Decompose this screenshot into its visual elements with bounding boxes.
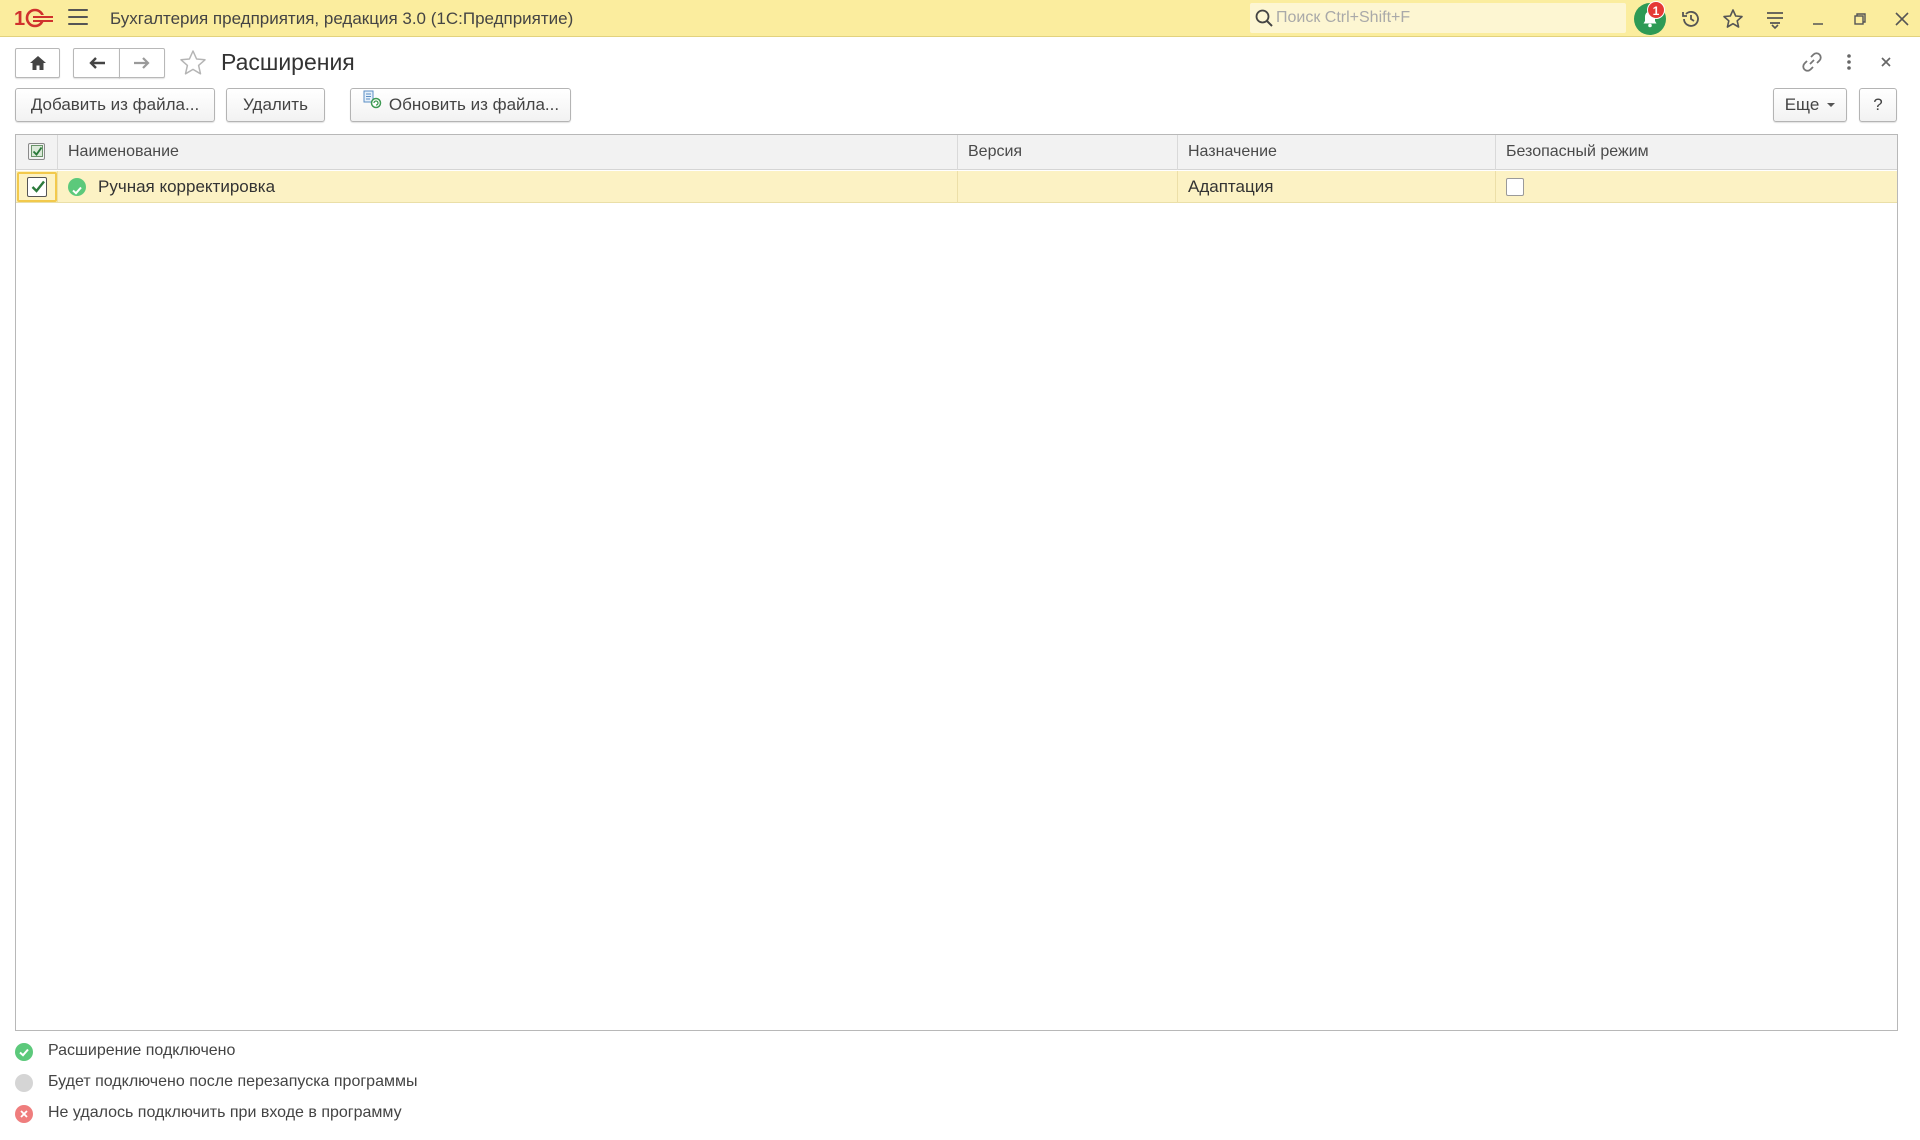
extension-purpose: Адаптация: [1188, 177, 1274, 196]
more-actions-button[interactable]: Еще: [1773, 88, 1847, 122]
page-title: Расширения: [221, 49, 355, 75]
row-active-cell[interactable]: [16, 171, 58, 203]
table-row[interactable]: Ручная корректировка Адаптация: [16, 171, 1897, 203]
legend-label: Будет подключено после перезапуска прогр…: [48, 1073, 418, 1090]
search-icon[interactable]: [1254, 8, 1274, 28]
notification-count-badge: 1: [1647, 1, 1665, 19]
add-from-file-label: Добавить из файла...: [30, 95, 200, 114]
favorites-star-icon[interactable]: [1722, 8, 1744, 30]
legend-label: Расширение подключено: [48, 1042, 236, 1059]
safe-mode-checkbox[interactable]: [1506, 178, 1524, 196]
update-from-file-button[interactable]: Обновить из файла...: [350, 88, 571, 122]
row-purpose-cell[interactable]: Адаптация: [1178, 171, 1496, 203]
chevron-down-icon: [1827, 102, 1836, 107]
checkmark-icon: [31, 180, 45, 193]
more-vertical-icon[interactable]: [1836, 50, 1862, 76]
more-actions-label: Еще: [1784, 95, 1820, 114]
home-button[interactable]: [15, 48, 60, 78]
delete-label: Удалить: [243, 95, 308, 114]
home-icon: [29, 56, 46, 70]
select-all-checkbox[interactable]: [28, 143, 45, 160]
help-button[interactable]: ?: [1859, 88, 1897, 122]
add-from-file-button[interactable]: Добавить из файла...: [15, 88, 215, 122]
pending-status-icon: [15, 1074, 33, 1092]
connected-status-icon: [68, 178, 86, 196]
global-search[interactable]: [1250, 3, 1626, 33]
row-version-cell[interactable]: [958, 171, 1178, 203]
main-menu-icon[interactable]: [68, 9, 88, 27]
select-all-column-header[interactable]: [16, 135, 58, 170]
checkmark-icon: [31, 145, 43, 157]
close-window-icon[interactable]: [1891, 8, 1913, 30]
row-safe-mode-cell[interactable]: [1496, 171, 1897, 203]
restore-icon[interactable]: [1849, 8, 1871, 30]
update-from-file-label: Обновить из файла...: [388, 95, 560, 114]
title-bar: 1 Бухгалтерия предприятия, редакция 3.0 …: [0, 0, 1920, 37]
history-icon[interactable]: [1680, 8, 1702, 30]
row-active-checkbox[interactable]: [27, 177, 47, 197]
column-header-name[interactable]: Наименование: [58, 135, 958, 170]
column-header-purpose[interactable]: Назначение: [1178, 135, 1496, 170]
arrow-right-icon: [134, 57, 150, 69]
extensions-table[interactable]: Наименование Версия Назначение Безопасны…: [15, 134, 1898, 1031]
connected-status-icon: [15, 1043, 33, 1061]
column-header-version[interactable]: Версия: [958, 135, 1178, 170]
delete-button[interactable]: Удалить: [226, 88, 325, 122]
extension-name: Ручная корректировка: [98, 177, 276, 196]
add-to-favorites-star-icon[interactable]: [178, 48, 208, 78]
legend-label: Не удалось подключить при входе в програ…: [48, 1104, 402, 1121]
table-header: Наименование Версия Назначение Безопасны…: [16, 135, 1897, 170]
link-icon[interactable]: [1799, 50, 1825, 76]
close-form-icon[interactable]: [1873, 50, 1899, 76]
column-header-safe-mode[interactable]: Безопасный режим: [1496, 135, 1897, 170]
app-title: Бухгалтерия предприятия, редакция 3.0 (1…: [110, 9, 574, 28]
minimize-icon[interactable]: [1807, 8, 1829, 30]
panel-settings-icon[interactable]: [1764, 8, 1786, 30]
update-extension-icon: [362, 88, 382, 120]
back-button[interactable]: [73, 48, 120, 78]
arrow-left-icon: [88, 57, 105, 69]
1c-logo-icon[interactable]: 1: [14, 6, 54, 30]
failed-status-icon: [15, 1105, 33, 1123]
help-label: ?: [1873, 95, 1883, 114]
row-name-cell[interactable]: Ручная корректировка: [58, 171, 958, 203]
search-input[interactable]: [1276, 6, 1616, 30]
svg-text:1: 1: [14, 8, 25, 30]
forward-button[interactable]: [119, 48, 165, 78]
